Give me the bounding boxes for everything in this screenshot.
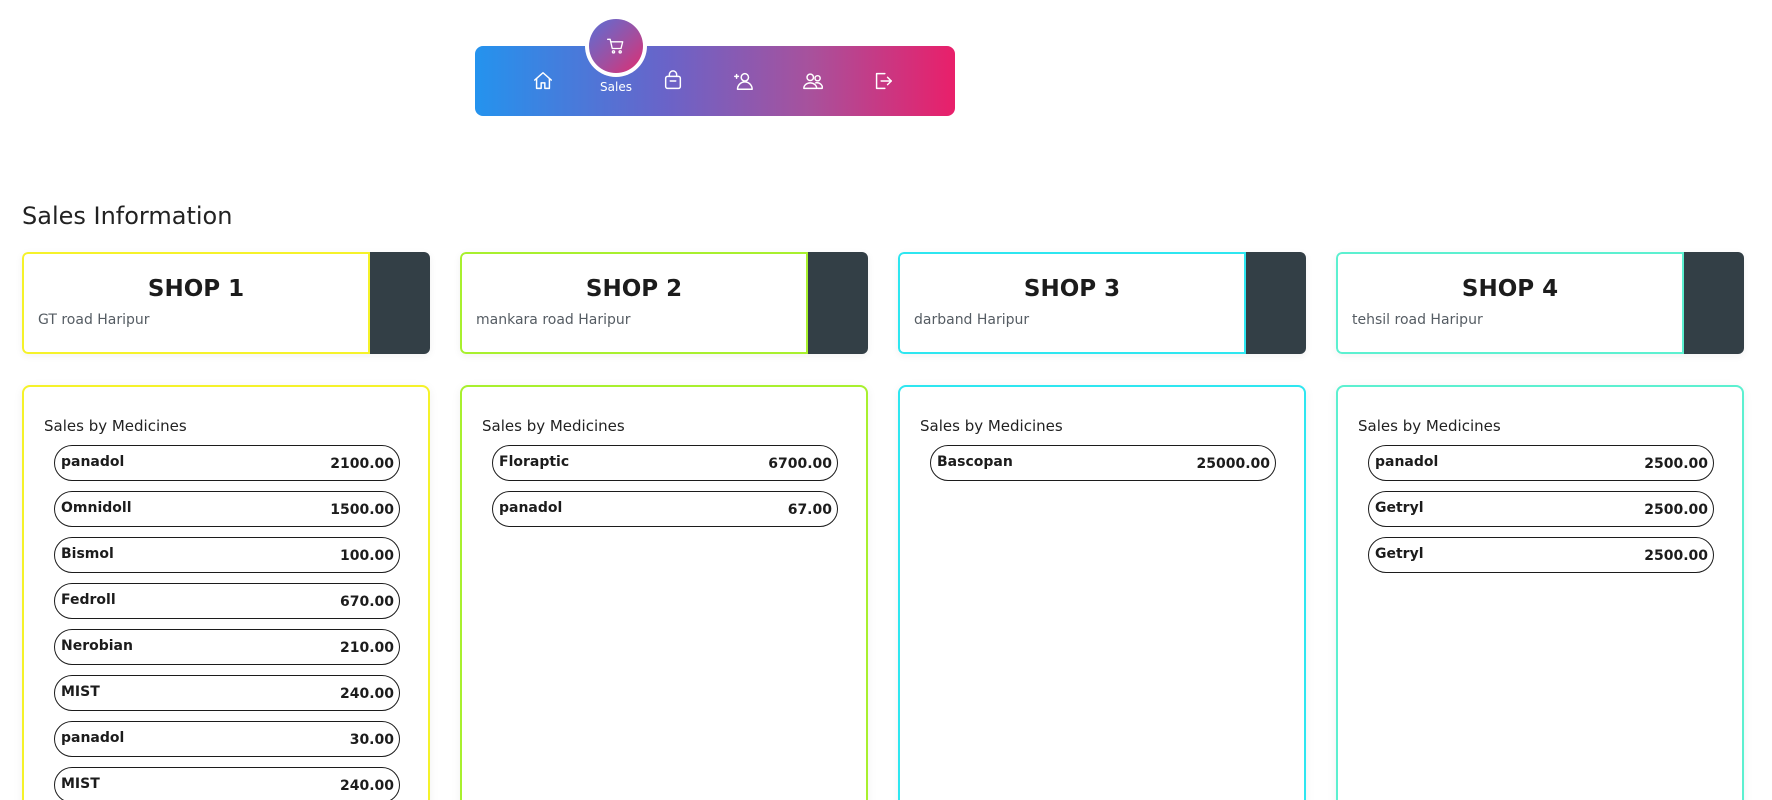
shop-address: tehsil road Haripur — [1352, 312, 1483, 328]
medicine-name: panadol — [61, 454, 125, 470]
shop-card-side — [1246, 252, 1306, 354]
sale-row[interactable]: Omnidoll 1500.00 — [54, 491, 400, 527]
sale-amount: 2500.00 — [1644, 548, 1708, 564]
nav-users[interactable] — [783, 46, 843, 116]
sale-row[interactable]: Getryl 2500.00 — [1368, 491, 1714, 527]
nav-sales-circle — [589, 19, 643, 73]
cart-icon — [607, 38, 624, 54]
sale-row[interactable]: Bismol 100.00 — [54, 537, 400, 573]
medicine-name: Omnidoll — [61, 500, 132, 516]
sale-amount: 1500.00 — [330, 502, 394, 518]
shop-address: darband Haripur — [914, 312, 1030, 328]
sale-row[interactable]: Nerobian 210.00 — [54, 629, 400, 665]
shop-name: SHOP 1 — [147, 276, 245, 302]
sale-amount: 240.00 — [339, 686, 394, 702]
sales-list: panadol 2100.00 Omnidoll 1500.00 Bismol 100.0… — [54, 445, 400, 800]
nav-inventory[interactable] — [643, 46, 703, 116]
shop-card-side — [1684, 252, 1744, 354]
medicine-name: Getryl — [1375, 546, 1424, 562]
page-title: Sales Information — [22, 202, 233, 230]
sale-row[interactable]: Fedroll 670.00 — [54, 583, 400, 619]
users-icon — [803, 73, 823, 90]
user-plus-icon — [734, 72, 753, 90]
shop-address: mankara road Haripur — [476, 312, 631, 328]
shop-card-side — [370, 252, 430, 354]
sale-amount: 210.00 — [339, 640, 394, 656]
sale-amount: 2500.00 — [1644, 502, 1708, 518]
nav-logout[interactable] — [853, 46, 913, 116]
home-icon — [534, 72, 552, 90]
sale-amount: 670.00 — [339, 594, 394, 610]
sale-amount: 100.00 — [339, 548, 394, 564]
logout-icon — [875, 72, 892, 90]
shop-name: SHOP 2 — [585, 276, 683, 302]
nav-add-user[interactable] — [713, 46, 773, 116]
sale-amount: 67.00 — [787, 502, 832, 518]
sales-panel-2: Sales by Medicines Floraptic 6700.00 panad… — [460, 385, 868, 800]
nav-sales[interactable] — [585, 15, 647, 77]
medicine-name: Bascopan — [937, 454, 1013, 470]
sales-list: Floraptic 6700.00 panadol 67.00 — [492, 445, 838, 537]
sale-row[interactable]: panadol 2100.00 — [54, 445, 400, 481]
sale-amount: 2100.00 — [330, 456, 394, 472]
medicine-name: Bismol — [61, 546, 114, 562]
sales-panel-1: Sales by Medicines panadol 2100.00 Omnidol… — [22, 385, 430, 800]
medicine-name: MIST — [61, 776, 100, 792]
shop-name: SHOP 3 — [1023, 276, 1121, 302]
shop-card-1[interactable]: SHOP 1 GT road Haripur — [22, 252, 430, 354]
sale-row[interactable]: panadol 2500.00 — [1368, 445, 1714, 481]
shop-name: SHOP 4 — [1461, 276, 1559, 302]
sales-list: Bascopan 25000.00 — [930, 445, 1276, 491]
panel-title: Sales by Medicines — [44, 417, 187, 435]
panel-title: Sales by Medicines — [1358, 417, 1501, 435]
sale-row[interactable]: panadol 67.00 — [492, 491, 838, 527]
sale-amount: 30.00 — [349, 732, 394, 748]
medicine-name: Nerobian — [61, 638, 133, 654]
sales-panel-4: Sales by Medicines panadol 2500.00 Getryl 2… — [1336, 385, 1744, 800]
sale-row[interactable]: MIST 240.00 — [54, 767, 400, 800]
shop-card-info: SHOP 1 GT road Haripur — [22, 252, 370, 354]
sales-list: panadol 2500.00 Getryl 2500.00 Getryl 2500.00 — [1368, 445, 1714, 583]
shop-card-4[interactable]: SHOP 4 tehsil road Haripur — [1336, 252, 1744, 354]
sale-row[interactable]: Bascopan 25000.00 — [930, 445, 1276, 481]
shop-card-2[interactable]: SHOP 2 mankara road Haripur — [460, 252, 868, 354]
shop-card-side — [808, 252, 868, 354]
sale-amount: 25000.00 — [1196, 456, 1270, 472]
medicine-name: MIST — [61, 684, 100, 700]
nav-home[interactable] — [513, 46, 573, 116]
panel-title: Sales by Medicines — [482, 417, 625, 435]
sale-row[interactable]: Floraptic 6700.00 — [492, 445, 838, 481]
medicine-name: Floraptic — [499, 454, 570, 470]
medicine-name: panadol — [1375, 454, 1439, 470]
sale-row[interactable]: panadol 30.00 — [54, 721, 400, 757]
sale-amount: 240.00 — [339, 778, 394, 794]
main-navbar — [475, 46, 955, 116]
sale-amount: 6700.00 — [768, 456, 832, 472]
medicine-name: Getryl — [1375, 500, 1424, 516]
sales-panel-3: Sales by Medicines Bascopan 25000.00 — [898, 385, 1306, 800]
sale-row[interactable]: MIST 240.00 — [54, 675, 400, 711]
shop-address: GT road Haripur — [38, 312, 150, 328]
medicine-name: panadol — [499, 500, 563, 516]
shop-card-info: SHOP 2 mankara road Haripur — [460, 252, 808, 354]
shop-card-3[interactable]: SHOP 3 darband Haripur — [898, 252, 1306, 354]
nav-sales-label: Sales — [600, 80, 632, 94]
panel-title: Sales by Medicines — [920, 417, 1063, 435]
sale-amount: 2500.00 — [1644, 456, 1708, 472]
shop-card-info: SHOP 4 tehsil road Haripur — [1336, 252, 1684, 354]
sale-row[interactable]: Getryl 2500.00 — [1368, 537, 1714, 573]
shop-card-info: SHOP 3 darband Haripur — [898, 252, 1246, 354]
medicine-name: panadol — [61, 730, 125, 746]
medicine-name: Fedroll — [61, 592, 116, 608]
bag-icon — [664, 70, 682, 90]
